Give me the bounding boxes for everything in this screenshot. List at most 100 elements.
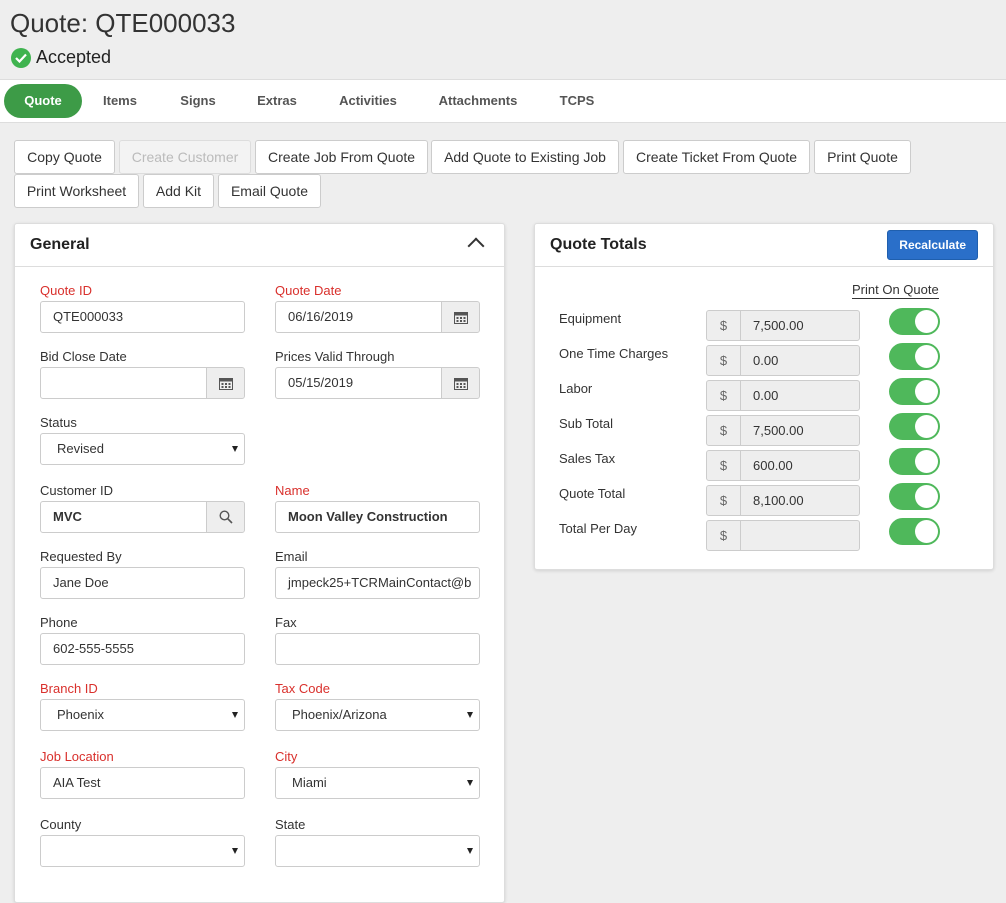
- one-time-charges-label: One Time Charges: [559, 346, 668, 361]
- sub-total-print-toggle[interactable]: [889, 413, 940, 440]
- print-worksheet-button[interactable]: Print Worksheet: [14, 174, 139, 208]
- print-quote-button[interactable]: Print Quote: [814, 140, 911, 174]
- city-label: City: [275, 749, 297, 764]
- requested-by-input[interactable]: Jane Doe: [40, 567, 245, 599]
- labor-label: Labor: [559, 381, 592, 396]
- tab-items[interactable]: Items: [92, 84, 148, 118]
- create-ticket-from-quote-button[interactable]: Create Ticket From Quote: [623, 140, 810, 174]
- tab-extras[interactable]: Extras: [248, 84, 306, 118]
- county-value: [53, 843, 57, 858]
- sub-total-field: $ 7,500.00: [706, 415, 860, 446]
- caret-down-icon: [467, 848, 473, 854]
- sales-tax-value: 600.00: [753, 451, 793, 480]
- city-select[interactable]: Miami: [275, 767, 480, 799]
- add-kit-button[interactable]: Add Kit: [143, 174, 214, 208]
- sales-tax-print-toggle[interactable]: [889, 448, 940, 475]
- city-value: Miami: [288, 775, 327, 790]
- sub-total-label: Sub Total: [559, 416, 613, 431]
- job-location-input[interactable]: AIA Test: [40, 767, 245, 799]
- quote-totals-header: Quote Totals Recalculate: [535, 224, 993, 267]
- chevron-up-icon[interactable]: [468, 238, 485, 255]
- branch-id-select[interactable]: Phoenix: [40, 699, 245, 731]
- quote-total-field: $ 8,100.00: [706, 485, 860, 516]
- one-time-charges-print-toggle[interactable]: [889, 343, 940, 370]
- status-select[interactable]: Revised: [40, 433, 245, 465]
- equipment-total-value: 7,500.00: [753, 311, 804, 340]
- general-panel-header: General: [15, 224, 504, 267]
- branch-id-label: Branch ID: [40, 681, 98, 696]
- state-select[interactable]: [275, 835, 480, 867]
- sales-tax-label: Sales Tax: [559, 451, 615, 466]
- add-quote-to-existing-job-button[interactable]: Add Quote to Existing Job: [431, 140, 619, 174]
- tax-code-select[interactable]: Phoenix/Arizona: [275, 699, 480, 731]
- labor-print-toggle[interactable]: [889, 378, 940, 405]
- sub-total-value: 7,500.00: [753, 416, 804, 445]
- status-label: Accepted: [36, 47, 111, 68]
- customer-id-value: MVC: [53, 509, 82, 524]
- calendar-icon[interactable]: [206, 367, 245, 399]
- dollar-icon: $: [707, 521, 741, 550]
- search-icon[interactable]: [206, 501, 245, 533]
- requested-by-label: Requested By: [40, 549, 122, 564]
- quote-id-label: Quote ID: [40, 283, 92, 298]
- total-per-day-print-toggle[interactable]: [889, 518, 940, 545]
- tab-tcps[interactable]: TCPS: [548, 84, 606, 118]
- email-label: Email: [275, 549, 308, 564]
- bid-close-date-label: Bid Close Date: [40, 349, 127, 364]
- quote-total-print-toggle[interactable]: [889, 483, 940, 510]
- dollar-icon: $: [707, 346, 741, 375]
- caret-down-icon: [232, 848, 238, 854]
- status-indicator: Accepted: [11, 47, 111, 68]
- status-field-label: Status: [40, 415, 77, 430]
- fax-label: Fax: [275, 615, 297, 630]
- caret-down-icon: [467, 780, 473, 786]
- tax-code-value: Phoenix/Arizona: [288, 707, 387, 722]
- customer-id-input[interactable]: MVC: [40, 501, 245, 533]
- print-on-quote-header: Print On Quote: [852, 282, 939, 299]
- quote-date-input[interactable]: 06/16/2019: [275, 301, 480, 333]
- total-per-day-field: $: [706, 520, 860, 551]
- quote-total-value: 8,100.00: [753, 486, 804, 515]
- page-title: Quote: QTE000033: [10, 8, 235, 39]
- tab-quote[interactable]: Quote: [4, 84, 82, 118]
- status-select-value: Revised: [53, 441, 104, 456]
- equipment-label: Equipment: [559, 311, 621, 326]
- dollar-icon: $: [707, 311, 741, 340]
- prices-valid-through-input[interactable]: 05/15/2019: [275, 367, 480, 399]
- equipment-total-field: $ 7,500.00: [706, 310, 860, 341]
- name-label: Name: [275, 483, 310, 498]
- one-time-charges-value: 0.00: [753, 346, 778, 375]
- tab-attachments[interactable]: Attachments: [428, 84, 528, 118]
- calendar-icon[interactable]: [441, 301, 480, 333]
- tab-activities[interactable]: Activities: [328, 84, 408, 118]
- phone-input[interactable]: 602-555-5555: [40, 633, 245, 665]
- caret-down-icon: [467, 712, 473, 718]
- state-value: [288, 843, 292, 858]
- sales-tax-field: $ 600.00: [706, 450, 860, 481]
- dollar-icon: $: [707, 451, 741, 480]
- tab-signs[interactable]: Signs: [170, 84, 226, 118]
- calendar-icon[interactable]: [441, 367, 480, 399]
- create-job-from-quote-button[interactable]: Create Job From Quote: [255, 140, 428, 174]
- quote-id-input[interactable]: QTE000033: [40, 301, 245, 333]
- prices-valid-through-value: 05/15/2019: [288, 375, 353, 390]
- fax-input[interactable]: [275, 633, 480, 665]
- county-select[interactable]: [40, 835, 245, 867]
- recalculate-button[interactable]: Recalculate: [887, 230, 978, 260]
- quote-totals-panel: Quote Totals Recalculate Print On Quote …: [534, 223, 994, 570]
- general-panel-title: General: [30, 236, 90, 254]
- caret-down-icon: [232, 712, 238, 718]
- job-location-label: Job Location: [40, 749, 114, 764]
- name-input[interactable]: Moon Valley Construction: [275, 501, 480, 533]
- create-customer-button[interactable]: Create Customer: [119, 140, 251, 174]
- check-circle-icon: [11, 48, 31, 68]
- copy-quote-button[interactable]: Copy Quote: [14, 140, 115, 174]
- email-input[interactable]: jmpeck25+TCRMainContact@b: [275, 567, 480, 599]
- prices-valid-through-label: Prices Valid Through: [275, 349, 394, 364]
- labor-value: 0.00: [753, 381, 778, 410]
- equipment-print-toggle[interactable]: [889, 308, 940, 335]
- quote-date-value: 06/16/2019: [288, 309, 353, 324]
- email-quote-button[interactable]: Email Quote: [218, 174, 321, 208]
- bid-close-date-input[interactable]: [40, 367, 245, 399]
- state-label: State: [275, 817, 305, 832]
